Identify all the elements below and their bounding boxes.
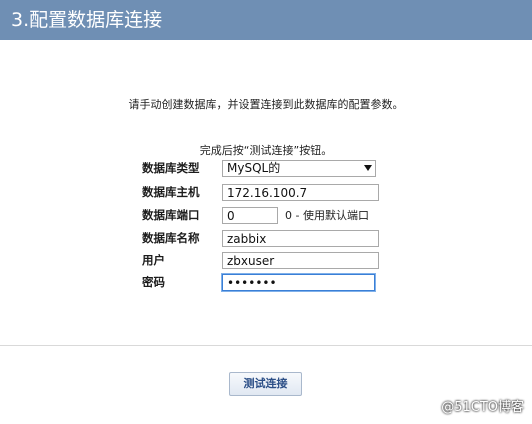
user-label: 用户 (142, 253, 165, 267)
db-port-label: 数据库端口 (142, 208, 200, 222)
db-type-select[interactable]: MySQL的 (222, 160, 376, 177)
db-type-label: 数据库类型 (142, 161, 200, 175)
intro-hint: 完成后按“测试连接”按钮。 (199, 144, 333, 157)
db-port-hint: 0 - 使用默认端口 (285, 209, 369, 222)
page-title: 3.配置数据库连接 (11, 9, 163, 31)
password-label: 密码 (142, 275, 165, 289)
page-header: 3.配置数据库连接 (0, 0, 532, 40)
test-connection-button[interactable]: 测试连接 (229, 372, 302, 396)
password-input[interactable] (222, 274, 375, 291)
chevron-down-icon (364, 165, 372, 171)
watermark: @51CTO博客 (441, 400, 524, 415)
intro-text: 请手动创建数据库，并设置连接到此数据库的配置参数。 (128, 98, 404, 111)
footer-divider (0, 345, 532, 346)
db-port-input[interactable] (222, 207, 278, 224)
db-host-label: 数据库主机 (142, 185, 200, 199)
db-name-input[interactable] (222, 230, 379, 247)
db-type-value: MySQL的 (227, 161, 281, 175)
db-host-input[interactable] (222, 184, 379, 201)
user-input[interactable] (222, 252, 379, 269)
db-name-label: 数据库名称 (142, 231, 200, 245)
